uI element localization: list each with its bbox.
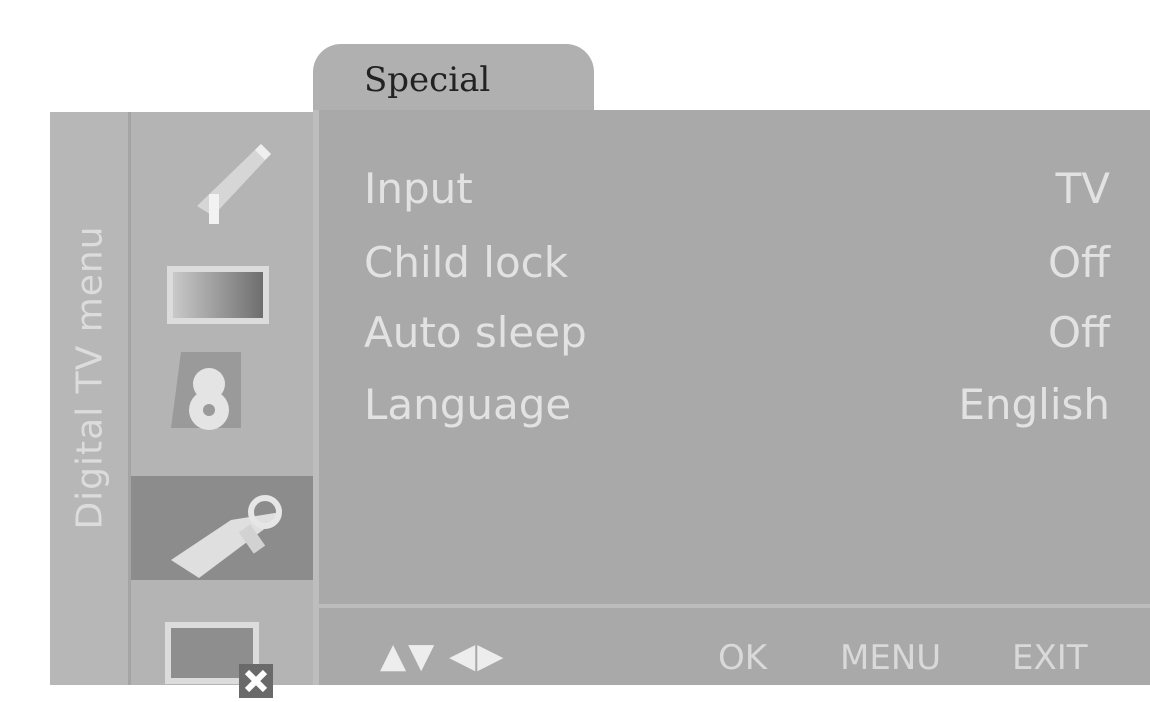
menu-row-label: Child lock — [364, 238, 569, 287]
category-special[interactable] — [131, 476, 313, 580]
menu-vertical-title: Digital TV menu — [69, 224, 111, 530]
navigation-arrows-icon: ▲▼ ◀▶ — [380, 636, 506, 676]
panel-edge — [313, 110, 319, 685]
menu-row-language[interactable]: Language English — [364, 380, 1110, 440]
category-setup[interactable] — [131, 122, 313, 226]
footer-bar: ▲▼ ◀▶ OK MENU EXIT — [370, 636, 1115, 685]
menu-row-label: Language — [364, 380, 572, 429]
ok-hint: OK — [718, 638, 768, 678]
sound-icon — [171, 352, 241, 430]
menu-row-input[interactable]: Input TV — [364, 164, 1110, 224]
menu-row-label: Input — [364, 164, 473, 213]
category-icon-column — [131, 112, 313, 698]
menu-row-value: TV — [1055, 164, 1110, 213]
footer-divider — [319, 604, 1150, 608]
tab-special-label: Special — [364, 60, 491, 100]
category-sound[interactable] — [131, 328, 313, 432]
special-settings-icon — [171, 495, 282, 578]
picture-icon — [167, 266, 269, 324]
menu-row-value: Off — [1048, 308, 1110, 357]
category-picture[interactable] — [131, 224, 313, 328]
menu-row-value: Off — [1048, 238, 1110, 287]
category-screen[interactable] — [131, 598, 313, 702]
menu-hint: MENU — [840, 638, 942, 678]
side-title-container: Digital TV menu — [50, 112, 130, 642]
menu-row-auto-sleep[interactable]: Auto sleep Off — [364, 308, 1110, 368]
screen-close-icon — [165, 622, 273, 698]
menu-row-label: Auto sleep — [364, 308, 587, 357]
satellite-dish-icon — [197, 144, 271, 224]
menu-row-value: English — [958, 380, 1110, 429]
menu-row-child-lock[interactable]: Child lock Off — [364, 238, 1110, 298]
exit-hint: EXIT — [1012, 638, 1088, 678]
